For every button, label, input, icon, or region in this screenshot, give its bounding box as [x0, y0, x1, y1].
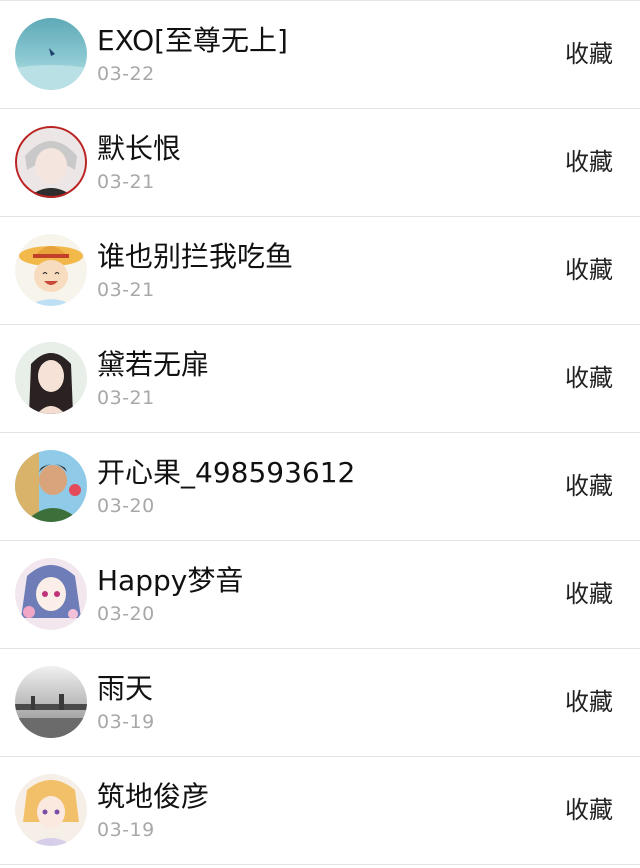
user-name: 开心果_498593612 — [97, 456, 356, 489]
date-label: 03-19 — [97, 711, 155, 733]
list-item[interactable]: 谁也别拦我吃鱼 03-21 收藏 — [0, 217, 640, 325]
avatar[interactable] — [15, 558, 87, 630]
list-item[interactable]: Happy梦音 03-20 收藏 — [0, 541, 640, 649]
avatar[interactable] — [15, 774, 87, 846]
favorite-button[interactable]: 收藏 — [565, 469, 613, 503]
avatar[interactable] — [15, 666, 87, 738]
date-label: 03-20 — [97, 603, 155, 625]
date-label: 03-20 — [97, 495, 155, 517]
list-item[interactable]: 雨天 03-19 收藏 — [0, 649, 640, 757]
date-label: 03-22 — [97, 63, 155, 85]
avatar[interactable] — [15, 18, 87, 90]
favorite-button[interactable]: 收藏 — [565, 145, 613, 179]
avatar[interactable] — [15, 342, 87, 414]
list-item[interactable]: 黛若无扉 03-21 收藏 — [0, 325, 640, 433]
list-item[interactable]: EXO[至尊无上] 03-22 收藏 — [0, 1, 640, 109]
favorite-button[interactable]: 收藏 — [565, 361, 613, 395]
user-name: 谁也别拦我吃鱼 — [97, 240, 294, 273]
user-name: Happy梦音 — [97, 564, 244, 597]
favorite-button[interactable]: 收藏 — [565, 793, 613, 827]
favorite-button[interactable]: 收藏 — [565, 37, 613, 71]
favorite-button[interactable]: 收藏 — [565, 253, 613, 287]
avatar[interactable] — [15, 126, 87, 198]
favorite-button[interactable]: 收藏 — [565, 685, 613, 719]
list-item[interactable]: 默长恨 03-21 收藏 — [0, 109, 640, 217]
date-label: 03-19 — [97, 819, 155, 841]
user-name: 黛若无扉 — [97, 348, 210, 381]
user-name: 雨天 — [97, 672, 154, 705]
list-item[interactable]: 筑地俊彦 03-19 收藏 — [0, 757, 640, 865]
avatar[interactable] — [15, 234, 87, 306]
date-label: 03-21 — [97, 279, 155, 301]
avatar[interactable] — [15, 450, 87, 522]
user-name: EXO[至尊无上] — [97, 24, 288, 57]
date-label: 03-21 — [97, 387, 155, 409]
follower-list: EXO[至尊无上] 03-22 收藏 默长恨 03-21 收藏 谁也别拦我吃鱼 … — [0, 0, 640, 868]
user-name: 默长恨 — [97, 132, 182, 165]
date-label: 03-21 — [97, 171, 155, 193]
list-item[interactable]: 开心果_498593612 03-20 收藏 — [0, 433, 640, 541]
favorite-button[interactable]: 收藏 — [565, 577, 613, 611]
user-name: 筑地俊彦 — [97, 780, 210, 813]
